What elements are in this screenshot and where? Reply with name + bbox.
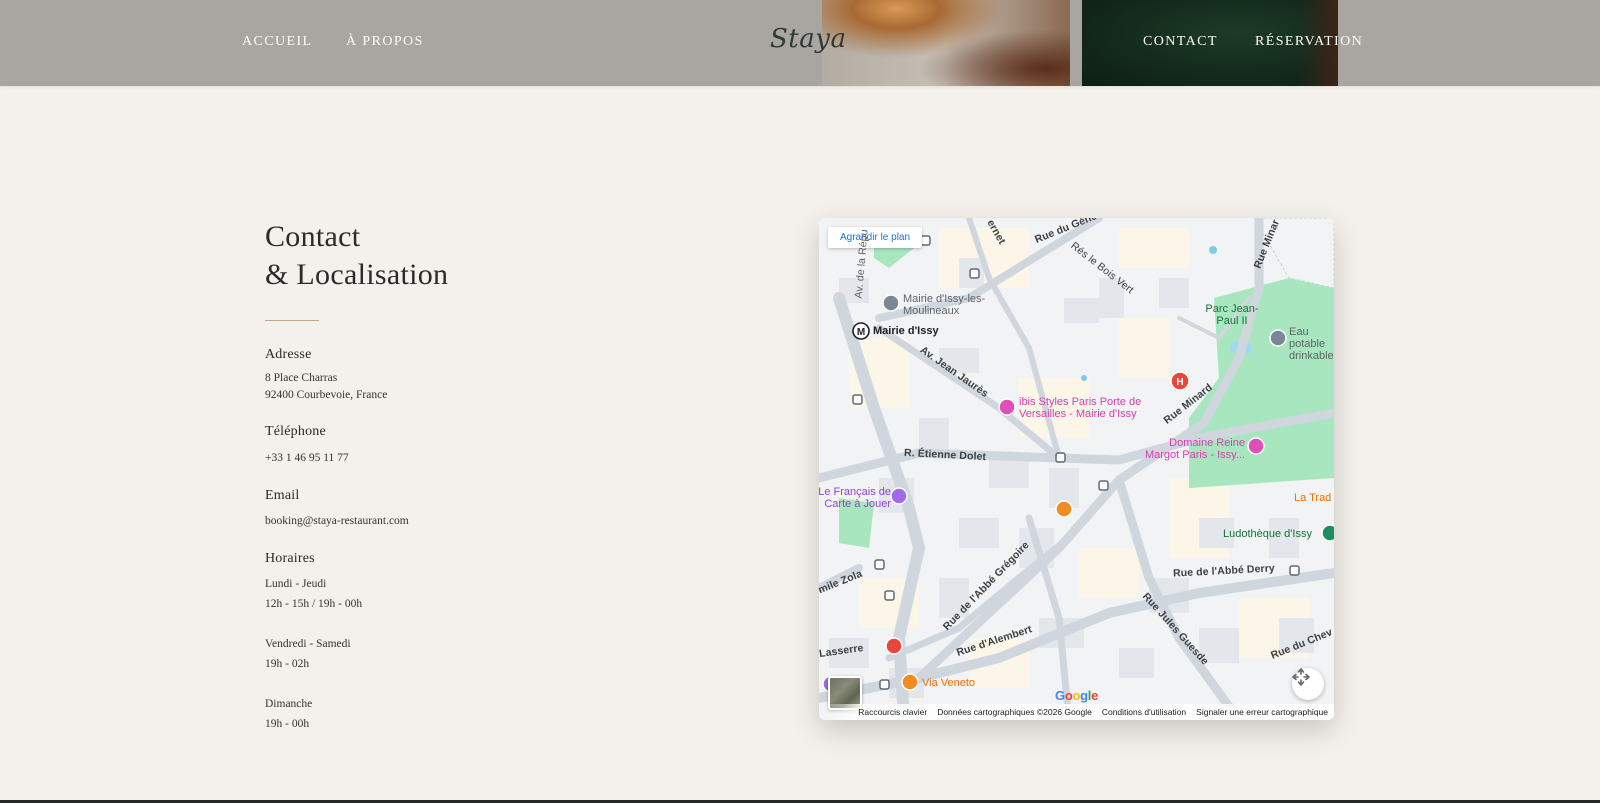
poi-via-veneto[interactable]: Via Veneto bbox=[922, 677, 975, 689]
enlarge-map-button[interactable]: Agrandir le plan bbox=[828, 227, 923, 248]
phone-label: Téléphone bbox=[265, 424, 326, 439]
keyboard-shortcuts-link[interactable]: Raccourcis clavier bbox=[858, 707, 927, 717]
hours-time-2: 19h - 02h bbox=[265, 658, 310, 670]
fullscreen-button[interactable] bbox=[1292, 668, 1324, 700]
hours-days-3: Dimanche bbox=[265, 698, 313, 710]
google-map-embed[interactable]: M H Agrandir le plan Mairie d'Issy-les-M… bbox=[819, 218, 1334, 720]
hours-days-2: Vendredi - Samedi bbox=[265, 638, 351, 650]
hours-time-3: 19h - 00h bbox=[265, 718, 310, 730]
title-line-2: & Localisation bbox=[265, 258, 449, 291]
report-error-link[interactable]: Signaler une erreur cartographique bbox=[1196, 707, 1328, 717]
poi-mairie[interactable]: Mairie d'Issy-les-Moulineaux bbox=[903, 293, 1033, 317]
poi-eau-potable[interactable]: Eau potable drinkable bbox=[1289, 326, 1334, 362]
map-attribution-bar: Raccourcis clavier Données cartographiqu… bbox=[819, 704, 1334, 720]
poi-domaine-reine-margot[interactable]: Domaine Reine Margot Paris - Issy... bbox=[1137, 437, 1245, 461]
nav-contact[interactable]: CONTACT bbox=[1143, 34, 1218, 50]
svg-text:M: M bbox=[857, 327, 865, 338]
poi-carte-a-jouer[interactable]: Le Français de Carte à Jouer bbox=[819, 486, 891, 510]
header-background-image-food bbox=[822, 0, 1070, 86]
phone-value[interactable]: +33 1 46 95 11 77 bbox=[265, 452, 349, 464]
map-data-credit: Données cartographiques ©2026 Google bbox=[937, 707, 1092, 717]
hours-time-1: 12h - 15h / 19h - 00h bbox=[265, 598, 363, 610]
nav-accueil[interactable]: ACCUEIL bbox=[242, 34, 312, 50]
fullscreen-icon bbox=[1292, 668, 1310, 686]
poi-metro-mairie-issy[interactable]: Mairie d'Issy bbox=[873, 325, 939, 337]
section-title: Contact & Localisation bbox=[265, 218, 448, 294]
poi-ludotheque[interactable]: Ludothèque d'Issy bbox=[1223, 528, 1312, 540]
hours-days-1: Lundi - Jeudi bbox=[265, 578, 327, 590]
terms-link[interactable]: Conditions d'utilisation bbox=[1102, 707, 1186, 717]
site-header: ACCUEIL À PROPOS Staya CONTACT RÉSERVATI… bbox=[0, 0, 1600, 86]
nav-reservation[interactable]: RÉSERVATION bbox=[1255, 34, 1363, 50]
email-value[interactable]: booking@staya-restaurant.com bbox=[265, 515, 409, 527]
nav-a-propos[interactable]: À PROPOS bbox=[346, 34, 424, 50]
svg-text:H: H bbox=[1176, 377, 1183, 388]
title-line-1: Contact bbox=[265, 220, 361, 253]
address-line-1: 8 Place Charras bbox=[265, 372, 338, 384]
map-canvas[interactable]: M H bbox=[819, 218, 1334, 720]
address-label: Adresse bbox=[265, 347, 312, 362]
title-divider bbox=[265, 320, 319, 321]
poi-la-trad[interactable]: La Trad bbox=[1294, 492, 1331, 504]
hours-label: Horaires bbox=[265, 551, 315, 566]
email-label: Email bbox=[265, 488, 300, 503]
poi-parc-jean-paul[interactable]: Parc Jean-Paul II bbox=[1197, 303, 1267, 327]
logo[interactable]: Staya bbox=[770, 24, 846, 54]
google-logo: Google bbox=[1055, 688, 1099, 703]
poi-ibis-styles[interactable]: ibis Styles Paris Porte de Versailles - … bbox=[1019, 396, 1159, 420]
address-line-2: 92400 Courbevoie, France bbox=[265, 389, 388, 401]
